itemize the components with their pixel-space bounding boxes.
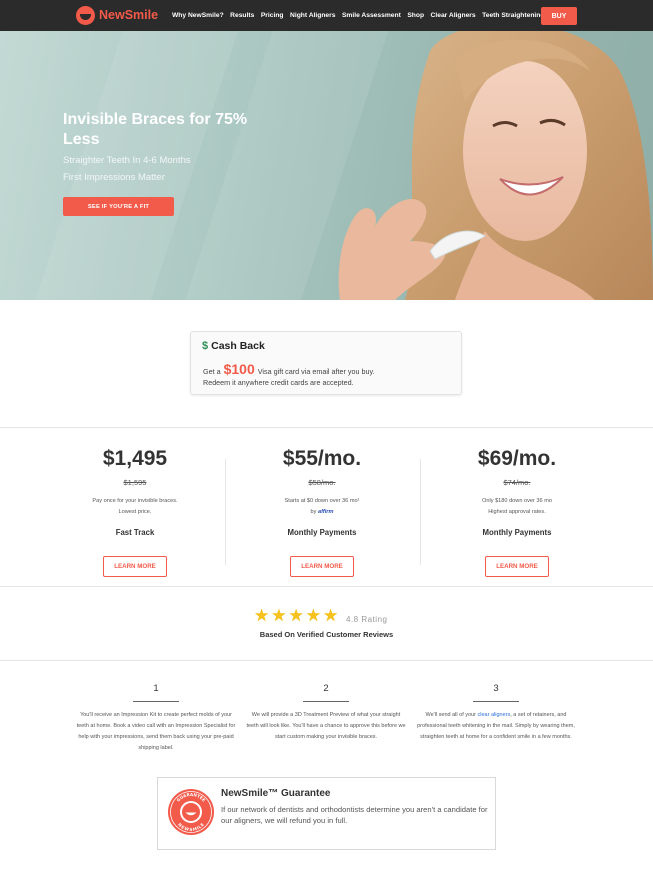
clear-aligners-link[interactable]: clear aligners — [478, 712, 511, 718]
plan-description: Only $180 down over 36 mo Highest approv… — [432, 496, 602, 520]
rating-stars: ★ ★ ★ ★ ★ — [254, 607, 338, 625]
step-underline — [303, 701, 349, 702]
buy-button[interactable]: BUY — [541, 7, 577, 25]
affirm-prefix: by — [310, 509, 317, 515]
guarantee-seal-icon: GUARANTEE NEWSMILE — [168, 789, 214, 835]
nav-link-teeth-straightening[interactable]: Teeth Straightening — [482, 12, 544, 19]
hero-subtitle-2: First Impressions Matter — [63, 172, 165, 183]
plan-price: $1,495 — [102, 447, 168, 470]
cash-back-card: $ Cash Back Get a $100 Visa gift card vi… — [190, 331, 462, 395]
plan-separator — [225, 459, 226, 565]
step-number: 3 — [493, 683, 499, 694]
nav-link-smile-assessment[interactable]: Smile Assessment — [342, 12, 401, 19]
step-2: 2 We will provide a 3D Treatment Preview… — [246, 683, 406, 743]
star-icon: ★ — [271, 606, 287, 625]
plan-monthly-low-down: $69/mo. $74/mo. Only $180 down over 36 m… — [432, 447, 602, 577]
nav-link-why[interactable]: Why NewSmile? — [172, 12, 224, 19]
plan-separator — [420, 459, 421, 565]
step-number: 2 — [323, 683, 329, 694]
step-underline — [473, 701, 519, 702]
affirm-logo: affirm — [318, 509, 334, 515]
nav-link-shop[interactable]: Shop — [407, 12, 424, 19]
plan-price: $69/mo. — [477, 447, 557, 470]
cash-back-title: $ Cash Back — [202, 340, 265, 352]
plan-name: Fast Track — [115, 528, 155, 537]
plan-desc-line: by affirm — [237, 507, 407, 518]
section-divider — [0, 586, 653, 587]
step-3: 3 We'll send all of your clear aligners,… — [416, 683, 576, 743]
cash-back-offer: Get a $100 Visa gift card via email afte… — [203, 361, 375, 377]
plan-name: Monthly Payments — [287, 528, 357, 537]
hero-title: Invisible Braces for 75% Less — [63, 111, 248, 148]
plan-desc-line: Only $180 down over 36 mo — [482, 498, 552, 504]
step-text-before: We'll send all of your — [425, 712, 476, 718]
plan-desc-line: Highest approval rates. — [488, 509, 546, 515]
nav-link-results[interactable]: Results — [230, 12, 254, 19]
nav-link-clear-aligners[interactable]: Clear Aligners — [431, 12, 476, 19]
plan-old-price: $58/mo. — [308, 478, 336, 487]
plan-fast-track: $1,495 $1,595 Pay once for your invisibl… — [50, 447, 220, 577]
plan-monthly-affirm: $55/mo. $58/mo. Starts at $0 down over 3… — [237, 447, 407, 577]
plan-price: $55/mo. — [282, 447, 362, 470]
brand-logo[interactable]: NewSmile — [76, 5, 158, 25]
learn-more-button[interactable]: LEARN MORE — [103, 556, 167, 577]
plan-desc-line: Pay once for your invisible braces. — [92, 498, 178, 504]
guarantee-card: GUARANTEE NEWSMILE NewSmile™ Guarantee I… — [157, 777, 496, 850]
learn-more-button[interactable]: LEARN MORE — [485, 556, 549, 577]
plan-description: Starts at $0 down over 36 mo¹ by affirm — [237, 496, 407, 520]
nav-link-night-aligners[interactable]: Night Aligners — [290, 12, 335, 19]
hero-banner: Invisible Braces for 75% Less Straighter… — [0, 31, 653, 300]
dollar-icon: $ — [202, 340, 209, 352]
star-icon: ★ — [305, 606, 321, 625]
guarantee-text: If our network of dentists and orthodont… — [221, 805, 488, 825]
cash-back-note: Redeem it anywhere credit cards are acce… — [203, 378, 354, 387]
plan-description: Pay once for your invisible braces. Lowe… — [50, 496, 220, 520]
rating-subtitle: Based On Verified Customer Reviews — [259, 630, 394, 639]
nav-link-pricing[interactable]: Pricing — [261, 12, 284, 19]
star-icon: ★ — [254, 606, 270, 625]
star-icon: ★ — [288, 606, 304, 625]
hero-model-image — [338, 31, 653, 300]
see-if-fit-button[interactable]: SEE IF YOU'RE A FIT — [63, 197, 174, 216]
plan-desc-line: Starts at $0 down over 36 mo¹ — [284, 498, 360, 504]
cash-back-heading: Cash Back — [211, 340, 265, 352]
section-divider — [0, 660, 653, 661]
rating-score: 4.8 Rating — [346, 615, 388, 624]
step-number: 1 — [153, 683, 159, 694]
smile-logo-icon — [76, 5, 95, 25]
cash-back-amount: $100 — [223, 361, 255, 377]
cash-back-suffix: Visa gift card via email after you buy. — [257, 367, 375, 376]
plan-name: Monthly Payments — [482, 528, 552, 537]
guarantee-title: NewSmile™ Guarantee — [221, 788, 331, 799]
step-text: We will provide a 3D Treatment Preview o… — [246, 712, 406, 740]
section-divider — [0, 427, 653, 428]
step-text: We'll send all of your clear aligners, a… — [416, 710, 576, 743]
brand-name: NewSmile — [99, 8, 159, 22]
step-text: You'll receive an Impression Kit to crea… — [76, 712, 236, 751]
cash-back-prefix: Get a — [203, 367, 221, 376]
step-underline — [133, 701, 179, 702]
learn-more-button[interactable]: LEARN MORE — [290, 556, 354, 577]
plan-desc-line: Lowest price. — [118, 509, 152, 515]
plan-old-price: $1,595 — [123, 478, 147, 487]
plan-old-price: $74/mo. — [503, 478, 531, 487]
top-nav: NewSmile Why NewSmile? Results Pricing N… — [0, 0, 653, 31]
hero-subtitle-1: Straighter Teeth In 4-6 Months — [63, 155, 191, 166]
step-1: 1 You'll receive an Impression Kit to cr… — [76, 683, 236, 754]
star-icon: ★ — [323, 606, 339, 625]
nav-links: Why NewSmile? Results Pricing Night Alig… — [172, 0, 544, 31]
